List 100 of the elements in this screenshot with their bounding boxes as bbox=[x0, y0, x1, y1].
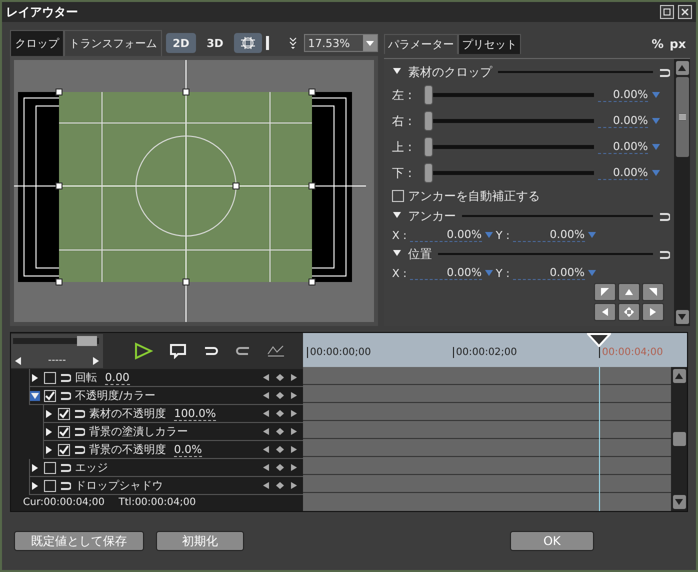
zoom-field[interactable]: 17.53% bbox=[304, 34, 378, 52]
track-label: エッジ bbox=[75, 460, 108, 475]
track-label: 素材の不透明度 bbox=[89, 406, 166, 421]
y-label: Y : bbox=[496, 228, 510, 242]
checkbox[interactable] bbox=[58, 408, 70, 420]
nudge-button[interactable] bbox=[618, 283, 640, 301]
dropdown-icon[interactable] bbox=[588, 270, 596, 276]
keyframe-nav-icon[interactable] bbox=[263, 445, 297, 454]
dropdown-icon[interactable] bbox=[652, 144, 660, 150]
time-ruler[interactable]: 00:00:00;00 00:00:02;00 00:00:04;00 bbox=[303, 333, 687, 367]
track-value[interactable]: 100.0% bbox=[174, 406, 216, 420]
tab[interactable]: パラメーター bbox=[384, 34, 458, 54]
y-value[interactable]: 0.00% bbox=[512, 228, 585, 242]
keyframe-nav-icon[interactable] bbox=[263, 391, 297, 400]
ruler-time: 00:00:02;00 bbox=[453, 347, 518, 358]
keyframe-nav-icon[interactable] bbox=[263, 409, 297, 418]
playhead-icon[interactable] bbox=[587, 333, 611, 347]
close-button[interactable] bbox=[678, 5, 692, 19]
tab[interactable]: クロップ bbox=[10, 30, 64, 56]
dropdown-icon[interactable] bbox=[652, 92, 660, 98]
dropdown-button[interactable] bbox=[363, 35, 377, 51]
scroll-thumb[interactable] bbox=[672, 432, 686, 446]
track-value[interactable]: 0.00 bbox=[105, 370, 130, 384]
track-selector[interactable]: ----- bbox=[11, 334, 103, 368]
nudge-button[interactable] bbox=[594, 303, 616, 321]
reset-icon[interactable] bbox=[659, 68, 670, 76]
x-value[interactable]: 0.00% bbox=[410, 266, 482, 280]
expand-icon[interactable] bbox=[30, 390, 40, 400]
nudge-button[interactable] bbox=[594, 283, 616, 301]
reset-icon[interactable] bbox=[74, 445, 85, 454]
slider-reading[interactable]: 0.00% bbox=[598, 88, 648, 102]
dropdown-icon[interactable] bbox=[652, 170, 660, 176]
dropdown-icon[interactable] bbox=[652, 118, 660, 124]
grid-icon bbox=[240, 36, 256, 50]
caret-icon bbox=[366, 40, 374, 46]
reset-icon[interactable] bbox=[74, 409, 85, 418]
collapse-icon[interactable] bbox=[91, 356, 101, 366]
center-button[interactable] bbox=[618, 303, 640, 321]
arrow-icon bbox=[647, 286, 659, 298]
grid-button[interactable] bbox=[234, 33, 262, 53]
slider-reading[interactable]: 0.00% bbox=[598, 114, 648, 128]
expand-icon[interactable] bbox=[392, 210, 402, 220]
checkbox[interactable] bbox=[44, 462, 56, 474]
keyframe-nav-icon[interactable] bbox=[263, 463, 297, 472]
x-value[interactable]: 0.00% bbox=[410, 228, 482, 242]
checkbox[interactable] bbox=[58, 444, 70, 456]
track-value[interactable]: 0.0% bbox=[174, 442, 202, 456]
keyframe-nav-icon[interactable] bbox=[263, 481, 297, 490]
reset-icon[interactable] bbox=[60, 463, 71, 472]
track-label: 不透明度/カラー bbox=[75, 388, 156, 403]
unit-toggle[interactable]: px bbox=[670, 37, 686, 51]
reset-icon[interactable] bbox=[60, 391, 71, 400]
maximize-button[interactable] bbox=[660, 5, 674, 19]
nudge-button[interactable] bbox=[642, 303, 664, 321]
checkbox-label: アンカーを自動補正する bbox=[408, 188, 540, 204]
reset-icon[interactable] bbox=[60, 373, 71, 382]
checkbox[interactable] bbox=[392, 190, 404, 202]
redo-icon[interactable] bbox=[235, 345, 251, 357]
checkbox[interactable] bbox=[44, 372, 56, 384]
dropdown-icon[interactable] bbox=[484, 232, 493, 238]
slider-thumb[interactable] bbox=[424, 111, 433, 131]
scroll-thumb[interactable] bbox=[676, 77, 688, 157]
y-value[interactable]: 0.00% bbox=[512, 266, 585, 280]
undo-icon[interactable] bbox=[203, 345, 219, 357]
slider-reading[interactable]: 0.00% bbox=[598, 166, 648, 180]
tab[interactable]: プリセット bbox=[458, 34, 521, 54]
slider-thumb[interactable] bbox=[424, 163, 433, 183]
expand-icon[interactable] bbox=[392, 66, 402, 76]
expand-icon[interactable] bbox=[392, 248, 402, 258]
slider-label: 下 : bbox=[392, 164, 413, 182]
reset-icon[interactable] bbox=[74, 427, 85, 436]
checkbox[interactable] bbox=[44, 390, 56, 402]
arrow-icon bbox=[599, 286, 611, 298]
dropdown-icon[interactable] bbox=[484, 270, 493, 276]
view-mode-button[interactable]: 3D bbox=[200, 33, 230, 53]
reset-icon[interactable] bbox=[659, 250, 670, 258]
slider-label: 上 : bbox=[392, 138, 413, 156]
unit-toggle[interactable]: % bbox=[652, 37, 664, 51]
keyframe-nav-icon[interactable] bbox=[263, 427, 297, 436]
slider-reading[interactable]: 0.00% bbox=[598, 140, 648, 154]
x-label: X : bbox=[392, 228, 407, 242]
graph-icon[interactable] bbox=[267, 344, 285, 358]
track-label: 背景の塗潰しカラー bbox=[89, 424, 188, 439]
slider-label: 左 : bbox=[392, 86, 413, 104]
nudge-button[interactable] bbox=[642, 283, 664, 301]
x-label: X : bbox=[392, 266, 407, 280]
checkbox[interactable] bbox=[58, 426, 70, 438]
play-icon[interactable] bbox=[133, 342, 153, 360]
dropdown-icon[interactable] bbox=[588, 232, 596, 238]
keyframe-nav-icon[interactable] bbox=[263, 373, 297, 382]
view-mode-button[interactable]: 2D bbox=[166, 33, 196, 53]
tab[interactable]: トランスフォーム bbox=[64, 30, 162, 56]
speech-bubble-icon[interactable] bbox=[169, 343, 187, 359]
checkbox[interactable] bbox=[44, 480, 56, 492]
slider-thumb[interactable] bbox=[424, 85, 433, 105]
slider-thumb[interactable] bbox=[424, 137, 433, 157]
reset-icon[interactable] bbox=[60, 481, 71, 490]
reset-icon[interactable] bbox=[659, 212, 670, 220]
chevron-icon[interactable] bbox=[288, 36, 298, 50]
scrollbar-drawing[interactable] bbox=[13, 336, 99, 346]
